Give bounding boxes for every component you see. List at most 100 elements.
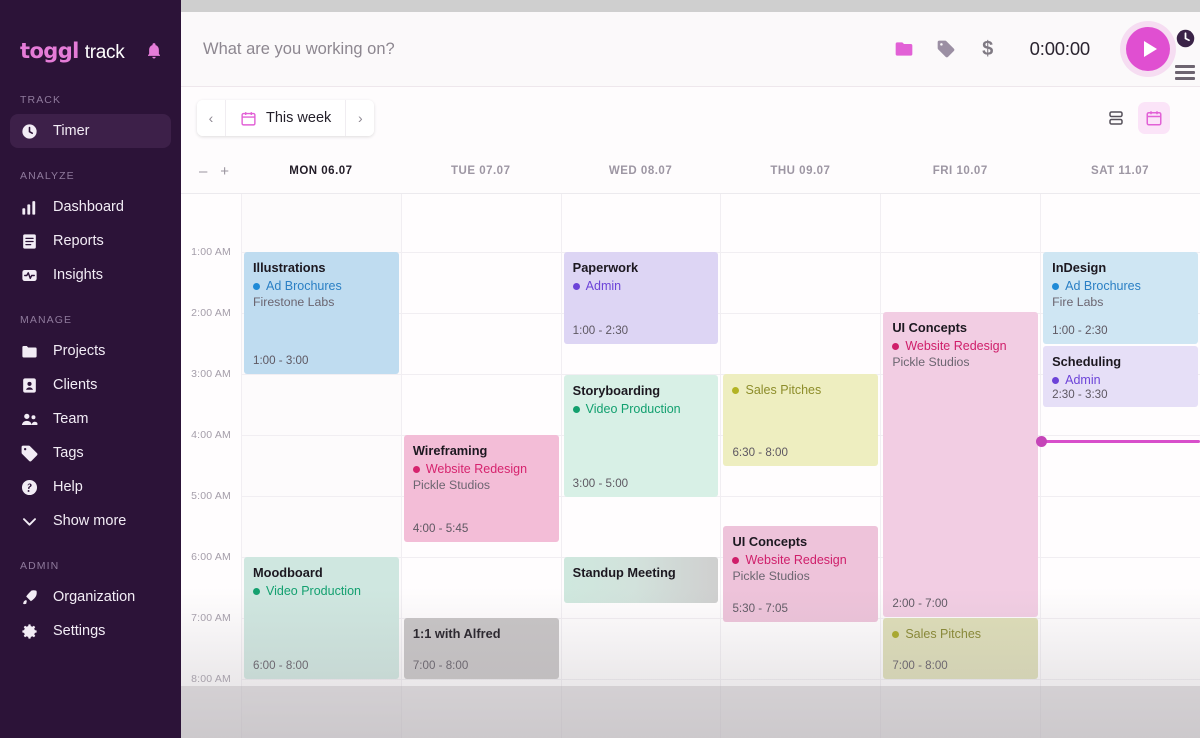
calendar-event[interactable]: Moodboard Video Production 6:00 - 8:00 [244,557,399,679]
next-week-button[interactable]: › [346,100,375,136]
hour-gridline [1041,618,1200,619]
dollar-icon[interactable]: $ [978,38,998,60]
event-time-range: 6:00 - 8:00 [253,659,309,672]
window-top-strip [181,0,1200,12]
sidebar-item-insights[interactable]: Insights [10,258,171,292]
tag-icon [20,444,39,463]
day-header-5[interactable]: SAT 11.07 [1040,165,1200,177]
clock-icon [20,122,39,141]
pulse-icon [20,266,39,285]
event-title: InDesign [1052,260,1107,275]
calendar-event[interactable]: Sales Pitches 6:30 - 8:00 [723,374,879,466]
project-color-dot [253,282,260,290]
calendar-event[interactable]: UI Concepts Website Redesign Pickle Studio… [883,312,1039,617]
sidebar-item-show-more[interactable]: Show more [10,504,171,538]
event-project: Sales Pitches [732,382,869,398]
hour-gridline [721,252,881,253]
time-label-5: 6:00 AM [191,551,231,563]
calendar-event[interactable]: Storyboarding Video Production 3:00 - 5:00 [563,375,719,497]
day-header-4[interactable]: FRI 10.07 [880,165,1040,177]
sidebar-item-help[interactable]: Help [10,470,171,504]
day-header-0[interactable]: MON 06.07 [241,165,401,177]
hour-gridline [561,679,721,680]
event-client: Pickle Studios [732,569,810,584]
zoom-out-button[interactable]: – [199,164,207,179]
event-client: Fire Labs [1052,295,1104,310]
sidebar-item-label: Settings [53,623,106,639]
sidebar-nav: TRACK Timer ANALYZE Dashboard Reports Insight… [0,94,181,648]
hour-gridline [401,679,561,680]
calendar-event[interactable]: Standup Meeting [563,557,719,603]
date-range-button[interactable]: This week [225,100,347,136]
calendar-event[interactable]: Illustrations Ad Brochures Firestone Labs 1… [244,252,399,374]
app-logo[interactable]: toggl track [20,38,125,64]
sidebar-item-timer[interactable]: Timer [10,114,171,148]
day-column-3[interactable]: Sales Pitches 6:30 - 8:00 UI Concepts Websi… [720,194,881,738]
timer-actions: $ 0:00:00 [894,27,1178,71]
bell-icon[interactable] [145,42,163,60]
day-column-1[interactable]: Wireframing Website Redesign Pickle Studio… [400,194,561,738]
calendar-event[interactable]: UI Concepts Website Redesign Pickle Studio… [723,526,879,622]
day-column-0[interactable]: Illustrations Ad Brochures Firestone Labs 1… [241,194,401,738]
event-title: Moodboard [253,565,323,580]
calendar-event[interactable]: Scheduling Admin 2:30 - 3:30 [1043,346,1198,407]
list-view-button[interactable] [1100,102,1132,134]
hamburger-menu-icon[interactable] [1175,65,1195,80]
calendar-icon [240,110,257,127]
calendar-event[interactable]: Wireframing Website Redesign Pickle Studio… [403,435,559,542]
grid-zoom-controls: – + [181,164,241,179]
event-project: Video Production [572,401,710,417]
event-project: Website Redesign [732,552,869,568]
event-time-range: 5:30 - 7:05 [732,602,788,615]
day-column-2[interactable]: Paperwork Admin 1:00 - 2:30 Storyboarding Vi… [560,194,721,738]
event-project-name: Admin [1065,372,1101,387]
tag-icon[interactable] [936,39,956,59]
day-header-row: – + MON 06.07 TUE 07.07 WED 08.07 THU 09.07… [181,149,1200,194]
timer-description-input[interactable] [203,39,894,59]
project-color-dot [572,405,580,413]
calendar-event[interactable]: Sales Pitches 7:00 - 8:00 [883,618,1039,679]
event-title: UI Concepts [892,320,967,335]
day-header-1[interactable]: TUE 07.07 [401,165,561,177]
sidebar-item-reports[interactable]: Reports [10,224,171,258]
sidebar-item-label: Organization [53,589,136,605]
calendar-event[interactable]: InDesign Ad Brochures Fire Labs 1:00 - 2:30 [1043,252,1198,344]
zoom-in-button[interactable]: + [220,164,229,179]
project-color-dot [892,630,900,638]
project-color-dot [412,465,420,473]
start-timer-button[interactable] [1126,27,1170,71]
clock-icon[interactable] [1175,28,1196,49]
event-project-name: Admin [585,278,622,293]
sidebar-item-team[interactable]: Team [10,402,171,436]
event-title: UI Concepts [732,534,808,549]
project-color-dot [1052,376,1060,384]
folder-icon[interactable] [894,39,914,59]
event-project-name: Website Redesign [425,461,528,476]
sidebar-item-projects[interactable]: Projects [10,334,171,368]
day-column-4[interactable]: UI Concepts Website Redesign Pickle Studio… [880,194,1041,738]
calendar-scroll-area[interactable]: 1:00 AM 2:00 AM 3:00 AM 4:00 AM 5:00 AM 6:00 … [181,194,1200,738]
hour-gridline [242,374,401,375]
sidebar-header: toggl track [0,0,181,72]
day-header-2[interactable]: WED 08.07 [561,165,721,177]
calendar-view-button[interactable] [1138,102,1170,134]
sidebar-item-tags[interactable]: Tags [10,436,171,470]
sidebar-item-label: Tags [53,445,84,461]
prev-week-button[interactable]: ‹ [197,100,225,136]
sidebar-item-clients[interactable]: Clients [10,368,171,402]
rocket-icon [20,588,39,607]
main-area: $ 0:00:00 ‹ This week › [181,0,1200,738]
bar-chart-icon [20,198,39,217]
calendar-event[interactable]: 1:1 with Alfred 7:00 - 8:00 [403,618,559,679]
sidebar-item-organization[interactable]: Organization [10,580,171,614]
sidebar-item-dashboard[interactable]: Dashboard [10,190,171,224]
view-toggles [1100,102,1170,134]
sidebar-item-settings[interactable]: Settings [10,614,171,648]
event-project-name: Sales Pitches [905,627,982,641]
day-column-5[interactable]: InDesign Ad Brochures Fire Labs 1:00 - 2:30… [1040,194,1200,738]
day-header-3[interactable]: THU 09.07 [720,165,880,177]
logo-toggl-text: toggl [20,38,79,63]
calendar-event[interactable]: Paperwork Admin 1:00 - 2:30 [563,252,719,344]
timer-duration: 0:00:00 [1029,38,1091,59]
sidebar-item-label: Dashboard [53,199,124,215]
